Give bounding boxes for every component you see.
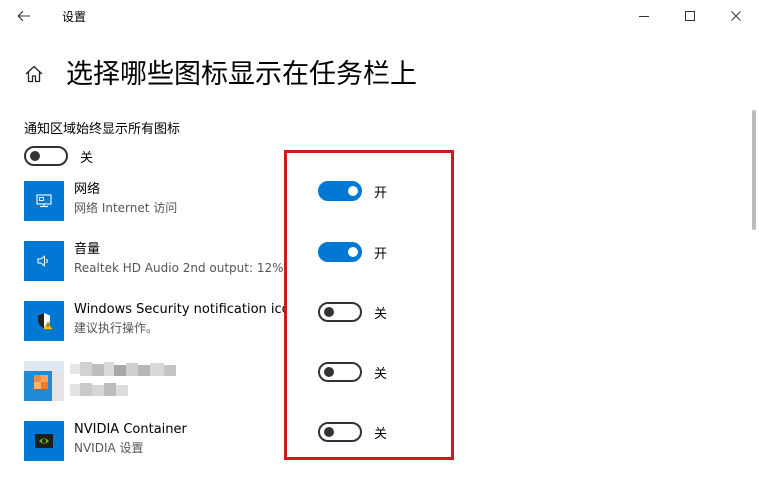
toggle-knob	[324, 307, 334, 317]
app-subtitle: 网络 Internet 访问	[74, 201, 178, 215]
always-show-label: 通知区域始终显示所有图标	[24, 122, 181, 137]
app-name: 音量	[74, 242, 101, 257]
blurred-app-toggle[interactable]	[318, 362, 362, 382]
nvidia-toggle-row: 关	[318, 421, 387, 443]
app-name: Windows Security notification icon	[74, 302, 286, 317]
blurred-app-state: 关	[374, 366, 388, 382]
volume-icon	[37, 255, 48, 267]
scrollbar[interactable]	[752, 110, 756, 230]
app-name: 网络	[74, 182, 101, 197]
window-title: 设置	[62, 10, 87, 24]
network-icon	[36, 194, 52, 208]
pixelated-name	[70, 362, 180, 378]
volume-app-icon	[24, 241, 64, 281]
list-item-volume: 音量 Realtek HD Audio 2nd output: 12%	[24, 241, 294, 281]
network-toggle[interactable]	[318, 181, 362, 201]
pixelated-subtitle	[70, 382, 140, 396]
list-item-nvidia-container: NVIDIA Container NVIDIA 设置	[24, 421, 294, 461]
blurred-app-icon	[24, 361, 64, 401]
list-item-network: 网络 网络 Internet 访问	[24, 181, 294, 221]
home-icon	[25, 65, 43, 83]
maximize-button[interactable]	[667, 0, 713, 32]
back-button[interactable]	[10, 4, 38, 28]
toggle-knob	[324, 367, 334, 377]
always-show-toggle[interactable]	[24, 146, 68, 166]
toggle-knob	[348, 247, 358, 257]
app-subtitle: Realtek HD Audio 2nd output: 12%	[74, 261, 284, 275]
page-title: 选择哪些图标显示在任务栏上	[66, 59, 417, 90]
network-state: 开	[374, 185, 388, 201]
always-show-state: 关	[80, 150, 94, 166]
close-button[interactable]	[713, 0, 759, 32]
nvidia-icon	[35, 434, 53, 448]
app-subtitle: 建议执行操作。	[74, 321, 159, 335]
settings-window: 设置 选择哪些图标显示在任务栏上 通知区域始终显示所有图标 关 网络 网络 In…	[0, 0, 759, 479]
security-state: 关	[374, 306, 388, 322]
security-toggle[interactable]	[318, 302, 362, 322]
list-item-windows-security: Windows Security notification icon 建议执行操…	[24, 301, 294, 341]
security-shield-icon	[38, 313, 53, 330]
list-item-blurred-app	[24, 361, 294, 401]
network-toggle-row: 开	[318, 180, 387, 202]
title-bar: 设置	[0, 0, 759, 32]
always-show-row: 关	[24, 145, 93, 167]
network-app-icon	[24, 181, 64, 221]
maximize-icon	[685, 11, 695, 21]
app-name: NVIDIA Container	[74, 422, 187, 437]
network-text: 网络 网络 Internet 访问	[74, 181, 286, 217]
security-text: Windows Security notification icon 建议执行操…	[74, 301, 286, 337]
blurred-app-glyph	[24, 361, 64, 401]
security-toggle-row: 关	[318, 301, 387, 323]
toggle-knob	[324, 427, 334, 437]
toggle-knob	[30, 151, 40, 161]
minimize-button[interactable]	[621, 0, 667, 32]
volume-toggle[interactable]	[318, 242, 362, 262]
nvidia-text: NVIDIA Container NVIDIA 设置	[74, 421, 286, 457]
blurred-app-toggle-row: 关	[318, 361, 387, 383]
volume-toggle-row: 开	[318, 241, 387, 263]
close-icon	[731, 11, 741, 21]
home-button[interactable]	[20, 60, 48, 88]
volume-text: 音量 Realtek HD Audio 2nd output: 12%	[74, 241, 286, 277]
nvidia-toggle[interactable]	[318, 422, 362, 442]
security-app-icon	[24, 301, 64, 341]
toggle-knob	[348, 186, 358, 196]
nvidia-state: 关	[374, 426, 388, 442]
minimize-icon	[639, 16, 649, 17]
app-subtitle: NVIDIA 设置	[74, 441, 144, 455]
volume-state: 开	[374, 246, 388, 262]
nvidia-app-icon	[24, 421, 64, 461]
back-arrow-icon	[17, 10, 30, 22]
